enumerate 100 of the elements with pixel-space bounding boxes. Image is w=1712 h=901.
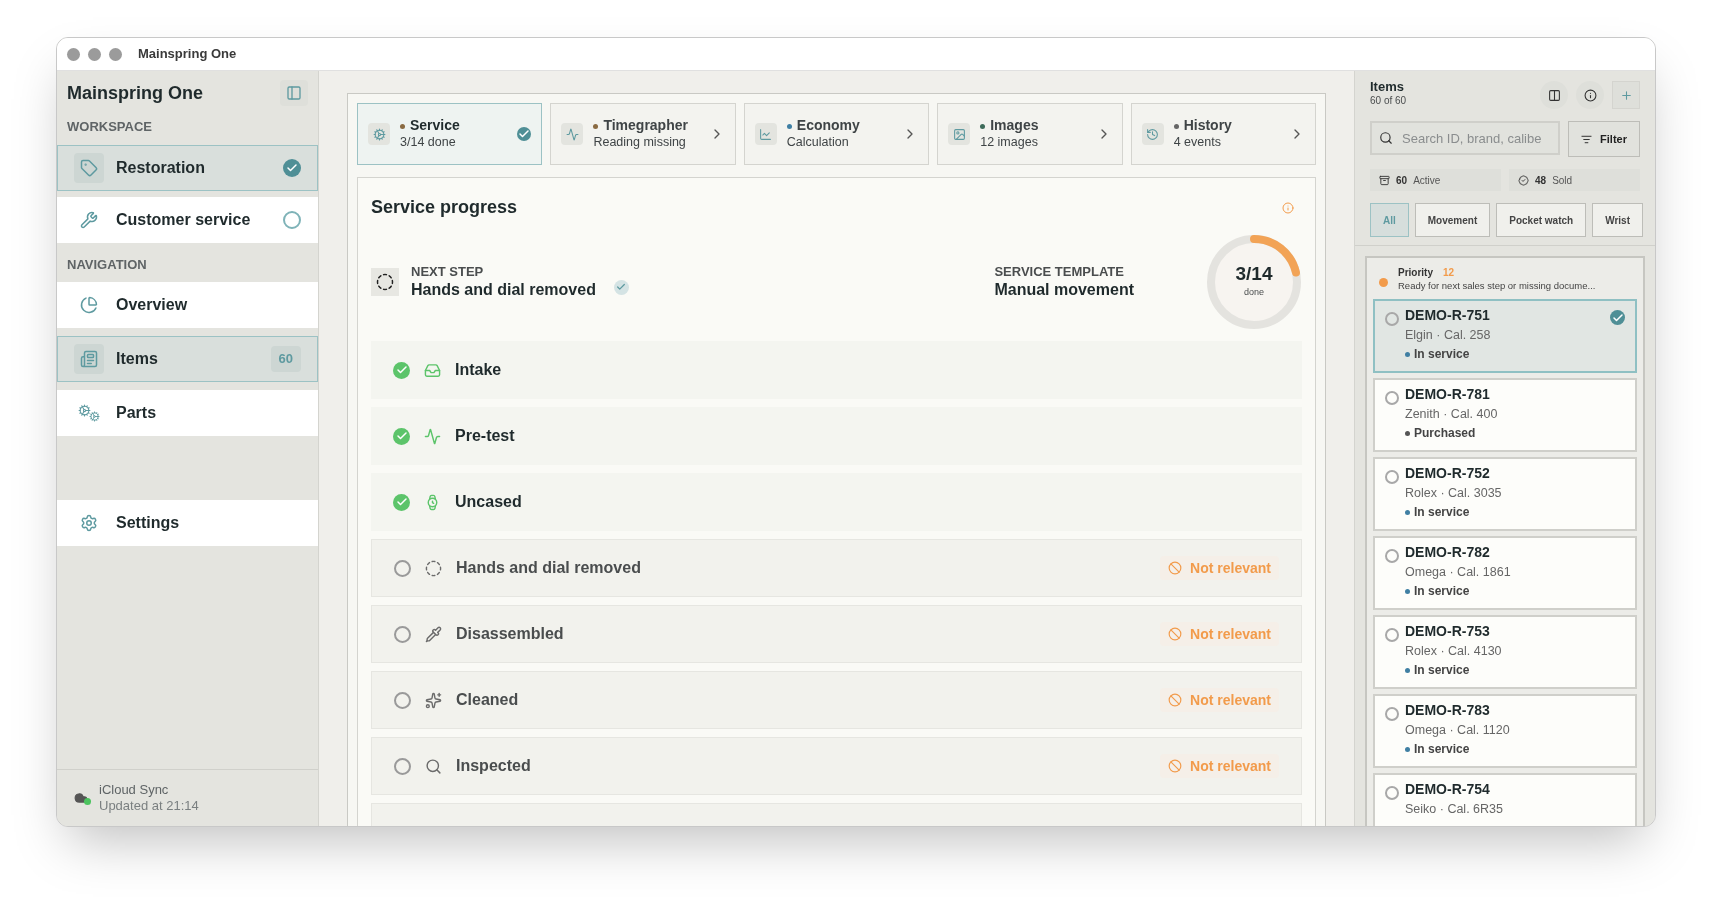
- sidebar-item[interactable]: Restoration: [57, 144, 318, 191]
- step-row[interactable]: Pre-test: [371, 407, 1302, 465]
- step-row[interactable]: Intake: [371, 341, 1302, 399]
- tab[interactable]: Images 12 images: [937, 103, 1123, 165]
- item-id: DEMO-R-781: [1405, 386, 1491, 404]
- radio-icon: [1385, 786, 1399, 801]
- category-tab[interactable]: Wrist: [1592, 203, 1643, 237]
- sidebar-toggle-icon[interactable]: [280, 80, 308, 106]
- close-window-icon[interactable]: [67, 47, 80, 61]
- progress-reading: 3/14: [1235, 264, 1273, 284]
- progress-caption: done: [1244, 286, 1264, 300]
- tab[interactable]: Economy Calculation: [743, 103, 930, 165]
- item-status: In service: [1414, 583, 1470, 599]
- stat-count: 60: [1396, 173, 1408, 188]
- item-model: Omega · Cal. 1120: [1405, 722, 1511, 739]
- radio-icon: [1385, 391, 1399, 406]
- radio-icon: [1385, 312, 1399, 327]
- item-id: DEMO-R-782: [1405, 544, 1491, 562]
- tab-subtitle: Calculation: [786, 134, 850, 151]
- pulse-icon: [565, 127, 579, 141]
- pie-chart-icon: [80, 296, 98, 314]
- search-field[interactable]: Search ID, brand, calibe: [1370, 121, 1561, 155]
- step-label: Hands and dial removed: [456, 558, 642, 578]
- category-tab[interactable]: Pocket watch: [1496, 203, 1587, 237]
- sidebar-item-label: Restoration: [116, 157, 206, 178]
- sidebar-item-label: Customer service: [116, 209, 252, 230]
- inbox-icon: [424, 361, 441, 379]
- item-card[interactable]: DEMO-R-783 Omega · Cal. 1120 In service: [1373, 694, 1637, 769]
- app-title: Mainspring One: [67, 81, 203, 105]
- tab[interactable]: Service 3/14 done: [357, 103, 543, 165]
- tab-title: History: [1183, 117, 1232, 135]
- tab[interactable]: Timegrapher Reading missing: [550, 103, 736, 165]
- tab-subtitle: 4 events: [1173, 134, 1222, 151]
- radio-icon: [1385, 628, 1399, 643]
- info-icon[interactable]: [1576, 81, 1604, 109]
- tab[interactable]: History 4 events: [1130, 103, 1317, 165]
- item-id: DEMO-R-753: [1405, 623, 1491, 641]
- step-row[interactable]: Inspected Not relevant: [371, 737, 1302, 795]
- check-icon: [1610, 310, 1625, 326]
- tab-title: Timegrapher: [603, 117, 688, 135]
- sidebar-item-label: Items: [116, 349, 159, 369]
- tab-subtitle: 12 images: [980, 134, 1039, 151]
- radio-icon: [1385, 549, 1399, 564]
- gear-icon: [80, 514, 98, 532]
- priority-count: 12: [1442, 267, 1456, 280]
- search-icon: [425, 757, 442, 775]
- image-icon: [952, 127, 966, 141]
- step-row[interactable]: Hands and dial removed Not relevant: [371, 539, 1302, 597]
- tab-subtitle: Reading missing: [593, 134, 687, 151]
- item-card[interactable]: DEMO-R-782 Omega · Cal. 1861 In service: [1373, 536, 1637, 611]
- step-row[interactable]: Uncased: [371, 473, 1302, 531]
- item-model: Seiko · Cal. 6R35: [1405, 801, 1504, 818]
- sidebar-item-label: Settings: [116, 513, 181, 533]
- add-icon[interactable]: [1612, 81, 1640, 109]
- split-view-icon[interactable]: [1540, 81, 1568, 109]
- dashed-circle-icon: [376, 273, 394, 291]
- sidebar-item[interactable]: Customer service: [57, 196, 318, 243]
- item-id: DEMO-R-752: [1405, 465, 1491, 483]
- item-card[interactable]: DEMO-R-753 Rolex · Cal. 4130 In service: [1373, 615, 1637, 690]
- filter-button[interactable]: Filter: [1568, 121, 1640, 157]
- check-icon: [517, 127, 532, 141]
- sidebar-item-label: Parts: [116, 403, 158, 423]
- step-label: Uncased: [455, 492, 523, 512]
- category-tab[interactable]: Movement: [1414, 203, 1491, 237]
- sidebar-item[interactable]: Settings: [57, 500, 318, 546]
- item-card[interactable]: DEMO-R-781 Zenith · Cal. 400 Purchased: [1373, 378, 1637, 453]
- item-id: DEMO-R-754: [1405, 781, 1491, 799]
- step-label: Cleaned: [456, 690, 520, 710]
- step-row[interactable]: Cleaned Not relevant: [371, 671, 1302, 729]
- tab-title: Economy: [796, 117, 860, 135]
- check-icon: [616, 282, 627, 292]
- cloud-icon: [73, 790, 91, 805]
- minimize-window-icon[interactable]: [88, 47, 101, 61]
- item-card[interactable]: DEMO-R-751 Elgin · Cal. 258 In service: [1373, 299, 1637, 374]
- sparkle-icon: [425, 691, 442, 709]
- item-model: Omega · Cal. 1861: [1405, 564, 1512, 581]
- dashed-circle-icon: [425, 559, 442, 577]
- item-model: Zenith · Cal. 400: [1405, 406, 1499, 423]
- sidebar-item[interactable]: Items 60: [57, 336, 318, 382]
- status-badge: Not relevant: [1160, 622, 1279, 646]
- step-label: Inspected: [456, 756, 532, 776]
- sidebar-item[interactable]: Overview: [57, 282, 318, 328]
- priority-description: Ready for next sales step or missing docume...: [1398, 279, 1596, 292]
- sidebar-item[interactable]: Parts: [57, 390, 318, 436]
- status-badge: Not relevant: [1160, 556, 1279, 580]
- count-badge: 60: [270, 346, 301, 372]
- step-label: Disassembled: [456, 624, 565, 644]
- maximize-window-icon[interactable]: [109, 47, 122, 61]
- item-status: In service: [1414, 504, 1470, 520]
- sidebar-item-label: Overview: [116, 295, 189, 315]
- filter-icon: [1581, 133, 1593, 145]
- section-heading: NAVIGATION: [66, 255, 148, 274]
- priority-title: Priority: [1398, 267, 1433, 280]
- step-row[interactable]: Disassembled Not relevant: [371, 605, 1302, 663]
- tab-subtitle: 3/14 done: [400, 134, 457, 151]
- item-id: DEMO-R-751: [1405, 307, 1491, 325]
- item-card[interactable]: DEMO-R-754 Seiko · Cal. 6R35: [1373, 773, 1637, 826]
- step-label: Intake: [455, 360, 503, 380]
- item-card[interactable]: DEMO-R-752 Rolex · Cal. 3035 In service: [1373, 457, 1637, 532]
- badge-check-icon: [1518, 174, 1529, 186]
